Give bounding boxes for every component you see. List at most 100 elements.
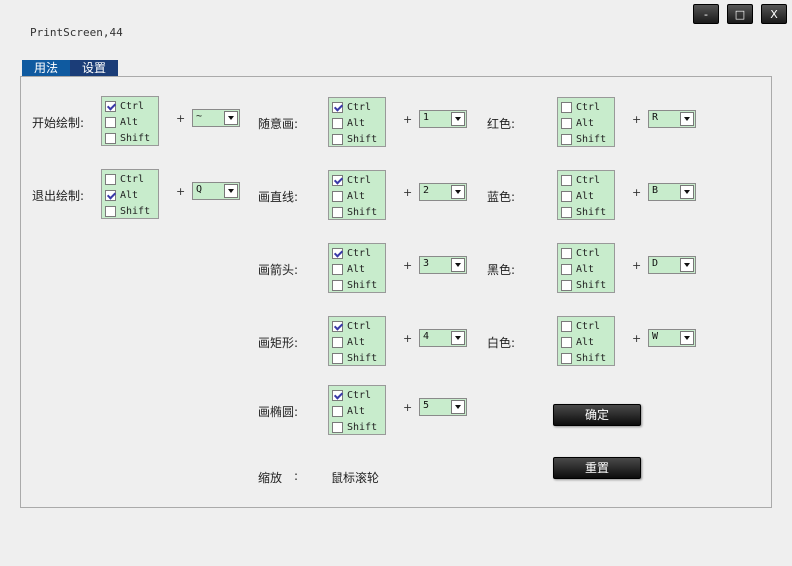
rectangle-alt-option[interactable]: Alt: [332, 334, 385, 350]
white-ctrl-option[interactable]: Ctrl: [561, 318, 614, 334]
rectangle-ctrl-checkbox[interactable]: [332, 320, 343, 332]
chevron-down-icon[interactable]: [224, 184, 238, 198]
exit-draw-ctrl-option[interactable]: Ctrl: [105, 171, 158, 187]
red-ctrl-checkbox[interactable]: [561, 101, 572, 113]
black-key-select[interactable]: D: [648, 256, 696, 274]
ellipse-ctrl-option[interactable]: Ctrl: [332, 387, 385, 403]
rectangle-ctrl-option[interactable]: Ctrl: [332, 318, 385, 334]
line-key-select[interactable]: 2: [419, 183, 467, 201]
close-button[interactable]: X: [761, 4, 787, 24]
chevron-down-icon[interactable]: [224, 111, 238, 125]
freehand-key-select[interactable]: 1: [419, 110, 467, 128]
exit-draw-key-select[interactable]: Q: [192, 182, 240, 200]
ellipse-shift-option[interactable]: Shift: [332, 419, 385, 435]
start-draw-alt-checkbox[interactable]: [105, 116, 116, 128]
freehand-shift-checkbox[interactable]: [332, 133, 343, 145]
exit-draw-alt-option[interactable]: Alt: [105, 187, 158, 203]
chevron-down-icon[interactable]: [680, 112, 694, 126]
chevron-down-icon[interactable]: [680, 258, 694, 272]
line-alt-option[interactable]: Alt: [332, 188, 385, 204]
black-alt-checkbox[interactable]: [561, 263, 572, 275]
confirm-button[interactable]: 确定: [553, 404, 641, 426]
arrow-alt-checkbox[interactable]: [332, 263, 343, 275]
arrow-alt-option[interactable]: Alt: [332, 261, 385, 277]
chevron-down-icon[interactable]: [680, 331, 694, 345]
start-draw-ctrl-option[interactable]: Ctrl: [105, 98, 158, 114]
chevron-down-icon[interactable]: [451, 258, 465, 272]
blue-ctrl-option[interactable]: Ctrl: [561, 172, 614, 188]
rectangle-shift-option[interactable]: Shift: [332, 350, 385, 366]
start-draw-ctrl-checkbox[interactable]: [105, 100, 116, 112]
blue-alt-checkbox[interactable]: [561, 190, 572, 202]
white-key-select[interactable]: W: [648, 329, 696, 347]
white-shift-checkbox[interactable]: [561, 352, 572, 364]
exit-draw-shift-option[interactable]: Shift: [105, 203, 158, 219]
chevron-down-icon[interactable]: [451, 185, 465, 199]
red-alt-checkbox[interactable]: [561, 117, 572, 129]
blue-key-select[interactable]: B: [648, 183, 696, 201]
chevron-down-icon[interactable]: [451, 112, 465, 126]
black-alt-option[interactable]: Alt: [561, 261, 614, 277]
chevron-down-icon[interactable]: [451, 400, 465, 414]
red-shift-checkbox[interactable]: [561, 133, 572, 145]
rectangle-shift-checkbox[interactable]: [332, 352, 343, 364]
exit-draw-alt-checkbox[interactable]: [105, 189, 116, 201]
exit-draw-shift-checkbox[interactable]: [105, 205, 116, 217]
maximize-button[interactable]: □: [727, 4, 753, 24]
ellipse-alt-checkbox[interactable]: [332, 405, 343, 417]
arrow-ctrl-option[interactable]: Ctrl: [332, 245, 385, 261]
freehand-ctrl-checkbox[interactable]: [332, 101, 343, 113]
freehand-shift-option[interactable]: Shift: [332, 131, 385, 147]
start-draw-key-select[interactable]: ~: [192, 109, 240, 127]
tab-usage[interactable]: 用法: [22, 60, 70, 76]
arrow-ctrl-checkbox[interactable]: [332, 247, 343, 259]
ellipse-alt-option[interactable]: Alt: [332, 403, 385, 419]
white-alt-option[interactable]: Alt: [561, 334, 614, 350]
ellipse-key-select[interactable]: 5: [419, 398, 467, 416]
white-alt-checkbox[interactable]: [561, 336, 572, 348]
line-ctrl-option[interactable]: Ctrl: [332, 172, 385, 188]
arrow-shift-checkbox[interactable]: [332, 279, 343, 291]
blue-alt-option[interactable]: Alt: [561, 188, 614, 204]
tab-settings[interactable]: 设置: [70, 60, 118, 76]
start-draw-shift-option[interactable]: Shift: [105, 130, 158, 146]
white-ctrl-checkbox[interactable]: [561, 320, 572, 332]
rectangle-alt-checkbox[interactable]: [332, 336, 343, 348]
minimize-button[interactable]: -: [693, 4, 719, 24]
red-alt-option[interactable]: Alt: [561, 115, 614, 131]
arrow-key-select[interactable]: 3: [419, 256, 467, 274]
black-shift-option[interactable]: Shift: [561, 277, 614, 293]
ellipse-ctrl-checkbox[interactable]: [332, 389, 343, 401]
blue-shift-option[interactable]: Shift: [561, 204, 614, 220]
chevron-down-icon[interactable]: [680, 185, 694, 199]
black-shift-checkbox[interactable]: [561, 279, 572, 291]
rectangle-key-select[interactable]: 4: [419, 329, 467, 347]
freehand-alt-checkbox[interactable]: [332, 117, 343, 129]
black-ctrl-option[interactable]: Ctrl: [561, 245, 614, 261]
red-shift-option[interactable]: Shift: [561, 131, 614, 147]
start-draw-alt-option[interactable]: Alt: [105, 114, 158, 130]
start-draw-shift-checkbox[interactable]: [105, 132, 116, 144]
exit-draw-ctrl-checkbox[interactable]: [105, 173, 116, 185]
red-key-select[interactable]: R: [648, 110, 696, 128]
freehand-plus: +: [403, 113, 413, 126]
white-label: 白色:: [487, 336, 516, 350]
blue-ctrl-label: Ctrl: [576, 174, 601, 186]
black-ctrl-checkbox[interactable]: [561, 247, 572, 259]
reset-button[interactable]: 重置: [553, 457, 641, 479]
white-shift-option[interactable]: Shift: [561, 350, 614, 366]
exit-draw-plus: +: [176, 185, 186, 198]
line-shift-checkbox[interactable]: [332, 206, 343, 218]
blue-ctrl-checkbox[interactable]: [561, 174, 572, 186]
red-ctrl-option[interactable]: Ctrl: [561, 99, 614, 115]
line-shift-label: Shift: [347, 206, 378, 218]
ellipse-shift-checkbox[interactable]: [332, 421, 343, 433]
freehand-alt-option[interactable]: Alt: [332, 115, 385, 131]
line-alt-checkbox[interactable]: [332, 190, 343, 202]
line-shift-option[interactable]: Shift: [332, 204, 385, 220]
freehand-ctrl-option[interactable]: Ctrl: [332, 99, 385, 115]
arrow-shift-option[interactable]: Shift: [332, 277, 385, 293]
blue-shift-checkbox[interactable]: [561, 206, 572, 218]
chevron-down-icon[interactable]: [451, 331, 465, 345]
line-ctrl-checkbox[interactable]: [332, 174, 343, 186]
